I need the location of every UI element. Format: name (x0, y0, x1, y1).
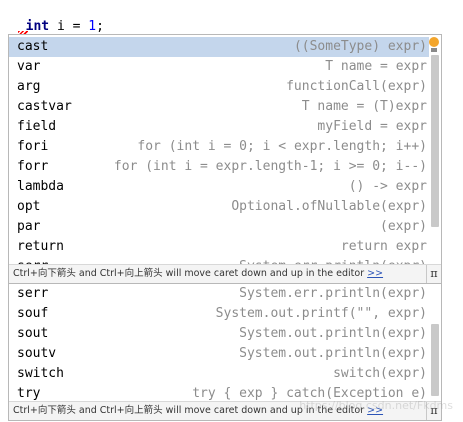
completion-item-name: castvar (17, 99, 72, 114)
completion-item-name: var (17, 59, 41, 74)
completion-list: serr System.err.println(expr) souf System.o… (9, 284, 429, 404)
completion-item-name: sout (17, 326, 49, 341)
completion-item-castvar[interactable]: castvar T name = (T)expr (9, 97, 429, 117)
scrollbar-thumb[interactable] (431, 324, 439, 396)
pi-icon[interactable]: π (426, 265, 441, 283)
completion-item-description: (expr) (380, 219, 427, 234)
completion-item-description: () -> expr (348, 179, 427, 194)
completion-popup[interactable]: cast ((SomeType) expr) var T name = expr arg… (8, 34, 442, 284)
scrollbar-thumb[interactable] (431, 55, 439, 227)
completion-item-opt[interactable]: opt Optional.ofNullable(expr) (9, 197, 429, 217)
popup-footer: Ctrl+向下箭头 and Ctrl+向上箭头 will move caret … (9, 264, 441, 283)
completion-item-cast[interactable]: cast ((SomeType) expr) (9, 37, 429, 57)
completion-item-forr[interactable]: forr for (int i = expr.length-1; i >= 0; … (9, 157, 429, 177)
completion-item-description: switch(expr) (333, 366, 427, 381)
completion-item-description: System.out.printf("", expr) (215, 306, 427, 321)
intention-bulb-icon[interactable] (429, 37, 439, 53)
completion-item-serr[interactable]: serr System.err.println(expr) (9, 284, 429, 304)
completion-item-name: par (17, 219, 41, 234)
completion-list: cast ((SomeType) expr) var T name = expr arg… (9, 37, 429, 277)
completion-item-soutv[interactable]: soutv System.out.println(expr) (9, 344, 429, 364)
completion-item-description: System.out.println(expr) (239, 326, 427, 341)
completion-item-par[interactable]: par (expr) (9, 217, 429, 237)
code-line-1[interactable]: int i = 1; (10, 0, 104, 34)
completion-item-name: fori (17, 139, 49, 154)
completion-item-description: T name = (T)expr (301, 99, 427, 114)
completion-item-description: Optional.ofNullable(expr) (231, 199, 427, 214)
completion-item-name: souf (17, 306, 49, 321)
completion-item-field[interactable]: field myField = expr (9, 117, 429, 137)
completion-item-name: opt (17, 199, 41, 214)
completion-item-description: T name = expr (325, 59, 427, 74)
scrollbar[interactable] (429, 284, 441, 402)
completion-item-sout[interactable]: sout System.out.println(expr) (9, 324, 429, 344)
completion-item-name: return (17, 239, 64, 254)
completion-item-description: functionCall(expr) (286, 79, 427, 94)
scrollbar[interactable] (429, 35, 441, 263)
completion-item-name: soutv (17, 346, 57, 361)
completion-item-description: return expr (340, 239, 427, 254)
code-text: i = (49, 19, 89, 34)
completion-item-description: System.err.println(expr) (239, 286, 427, 301)
completion-item-name: field (17, 119, 57, 134)
completion-item-description: ((SomeType) expr) (293, 39, 427, 54)
completion-item-fori[interactable]: fori for (int i = 0; i < expr.length; i++… (9, 137, 429, 157)
number-literal: 1 (88, 19, 97, 34)
pi-icon[interactable]: π (426, 402, 441, 420)
completion-item-description: System.out.println(expr) (239, 346, 427, 361)
completion-item-arg[interactable]: arg functionCall(expr) (9, 77, 429, 97)
completion-item-description: myField = expr (317, 119, 427, 134)
completion-item-name: serr (17, 286, 49, 301)
more-link[interactable]: >> (367, 405, 383, 416)
completion-item-souf[interactable]: souf System.out.printf("", expr) (9, 304, 429, 324)
completion-item-name: arg (17, 79, 41, 94)
completion-item-return[interactable]: return return expr (9, 237, 429, 257)
completion-item-name: cast (17, 39, 49, 54)
completion-item-name: switch (17, 366, 64, 381)
popup-footer: Ctrl+向下箭头 and Ctrl+向上箭头 will move caret … (9, 401, 441, 420)
footer-hint: Ctrl+向下箭头 and Ctrl+向上箭头 will move caret … (13, 405, 365, 416)
completion-item-description: for (int i = expr.length-1; i >= 0; i--) (113, 159, 427, 174)
completion-item-name: lambda (17, 179, 64, 194)
completion-item-lambda[interactable]: lambda () -> expr (9, 177, 429, 197)
footer-hint: Ctrl+向下箭头 and Ctrl+向上箭头 will move caret … (13, 268, 365, 279)
completion-item-description: for (int i = 0; i < expr.length; i++) (137, 139, 427, 154)
completion-popup-scrolled[interactable]: serr System.err.println(expr) souf System.o… (8, 283, 442, 421)
semicolon: ; (96, 19, 104, 34)
completion-item-name: forr (17, 159, 49, 174)
more-link[interactable]: >> (367, 268, 383, 279)
completion-item-switch[interactable]: switch switch(expr) (9, 364, 429, 384)
completion-item-var[interactable]: var T name = expr (9, 57, 429, 77)
